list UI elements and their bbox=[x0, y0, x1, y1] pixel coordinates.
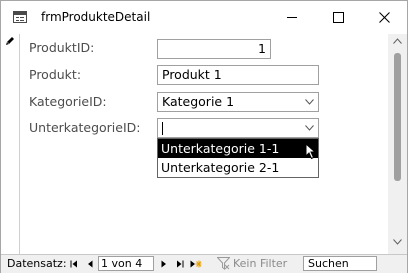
maximize-icon bbox=[332, 12, 344, 23]
dropdown-option[interactable]: Unterkategorie 2-1 bbox=[158, 158, 318, 177]
filter-status-label[interactable]: Kein Filter bbox=[233, 257, 287, 270]
title-bar: frmProdukteDetail bbox=[1, 1, 407, 34]
unterkategorieid-combobox[interactable] bbox=[157, 118, 319, 138]
last-record-button[interactable] bbox=[173, 257, 187, 271]
scrollbar-thumb[interactable] bbox=[394, 53, 401, 181]
scroll-up-icon[interactable] bbox=[393, 38, 402, 44]
vertical-scrollbar[interactable] bbox=[388, 34, 407, 254]
unterkategorieid-dropdown-button[interactable] bbox=[300, 119, 318, 137]
form-detail: ProduktID: 1 Produkt: Produkt 1 Kategori… bbox=[20, 34, 388, 254]
pencil-icon bbox=[6, 37, 14, 45]
dropdown-option[interactable]: Unterkategorie 1-1 bbox=[158, 139, 318, 158]
record-label: Datensatz: bbox=[7, 257, 67, 270]
maximize-button[interactable] bbox=[315, 1, 361, 34]
kategorieid-label: KategorieID: bbox=[29, 94, 107, 109]
previous-record-icon bbox=[88, 260, 93, 268]
minimize-button[interactable] bbox=[269, 1, 315, 34]
close-button[interactable] bbox=[361, 1, 407, 34]
produktid-field[interactable]: 1 bbox=[157, 39, 271, 59]
filter-icon[interactable] bbox=[217, 257, 230, 270]
first-record-button[interactable] bbox=[67, 257, 81, 271]
new-record-icon bbox=[190, 260, 202, 268]
produkt-label: Produkt: bbox=[29, 67, 82, 82]
text-caret bbox=[162, 122, 163, 135]
search-field[interactable]: Suchen bbox=[303, 256, 377, 271]
last-record-icon bbox=[177, 260, 184, 268]
unterkategorie-dropdown-list: Unterkategorie 1-1 Unterkategorie 2-1 bbox=[157, 138, 319, 178]
new-record-button[interactable] bbox=[189, 257, 203, 271]
chevron-down-icon bbox=[304, 125, 314, 131]
current-record-field[interactable]: 1 von 4 bbox=[98, 256, 154, 271]
form-icon bbox=[13, 11, 27, 23]
produktid-label: ProduktID: bbox=[29, 40, 95, 55]
first-record-icon bbox=[70, 260, 77, 268]
kategorieid-dropdown-button[interactable] bbox=[300, 93, 318, 111]
previous-record-button[interactable] bbox=[83, 257, 97, 271]
minimize-icon bbox=[287, 17, 297, 18]
produkt-field[interactable]: Produkt 1 bbox=[157, 65, 319, 85]
scroll-down-icon[interactable] bbox=[393, 239, 402, 245]
kategorieid-combobox[interactable]: Kategorie 1 bbox=[157, 92, 319, 112]
window-title: frmProdukteDetail bbox=[41, 10, 151, 24]
close-icon bbox=[378, 12, 390, 23]
unterkategorieid-label: UnterkategorieID: bbox=[29, 120, 141, 135]
form-window: frmProdukteDetail ProduktID: 1 Produkt: … bbox=[0, 0, 408, 273]
mouse-pointer-icon bbox=[305, 143, 317, 160]
next-record-button[interactable] bbox=[157, 257, 171, 271]
next-record-icon bbox=[161, 260, 166, 268]
record-selector[interactable] bbox=[1, 34, 20, 254]
chevron-down-icon bbox=[304, 99, 314, 105]
kategorieid-value: Kategorie 1 bbox=[162, 94, 235, 109]
record-navigation-bar: Datensatz: 1 von 4 Kein Filter Suchen bbox=[1, 254, 407, 273]
